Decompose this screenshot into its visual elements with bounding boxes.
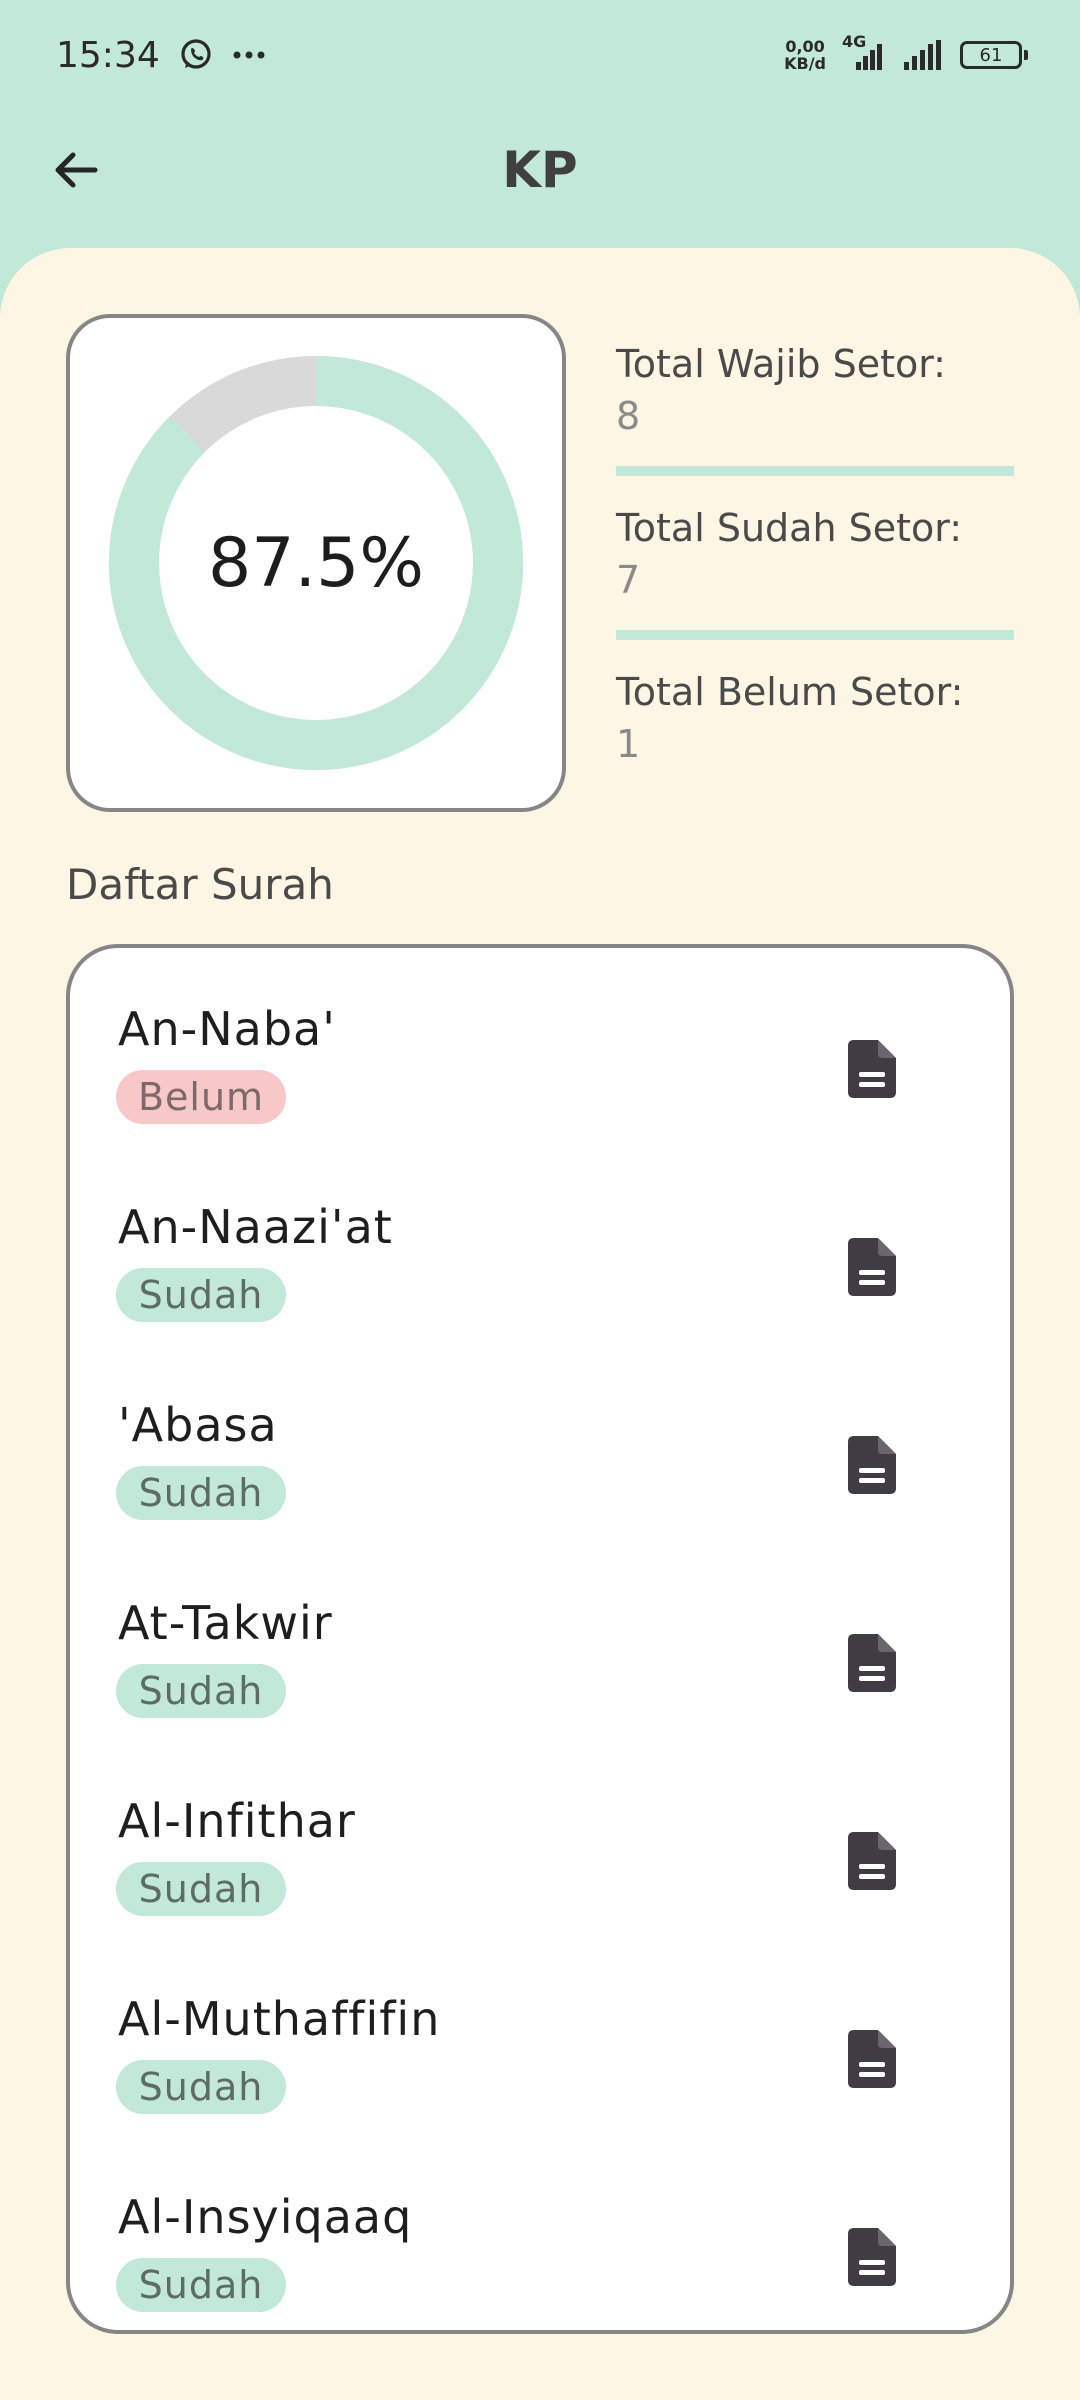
- document-button[interactable]: [844, 1828, 900, 1894]
- surah-name: Al-Muthaffifin: [118, 1992, 441, 2046]
- progress-donut: 87.5%: [106, 353, 526, 773]
- document-icon: [848, 2228, 896, 2286]
- stat-value: 1: [616, 722, 641, 766]
- list-item[interactable]: At-Takwir Sudah: [70, 1566, 1010, 1764]
- divider: [616, 630, 1014, 640]
- list-item[interactable]: Al-Insyiqaaq Sudah: [70, 2160, 1010, 2358]
- surah-list: An-Naba' Belum An-Naazi'at Sudah 'Abasa …: [66, 944, 1014, 2334]
- list-item[interactable]: Al-Muthaffifin Sudah: [70, 1962, 1010, 2160]
- stat-value: 8: [616, 394, 641, 438]
- list-item[interactable]: 'Abasa Sudah: [70, 1368, 1010, 1566]
- progress-percent: 87.5%: [207, 523, 425, 603]
- divider: [616, 466, 1014, 476]
- stat-label: Total Sudah Setor:: [616, 506, 963, 550]
- document-icon: [848, 1040, 896, 1098]
- document-button[interactable]: [844, 2224, 900, 2290]
- status-badge: Sudah: [116, 1862, 286, 1916]
- document-button[interactable]: [844, 1630, 900, 1696]
- status-left: 15:34: [56, 35, 266, 76]
- content-sheet: 87.5% Total Wajib Setor: 8 Total Sudah S…: [0, 248, 1080, 2400]
- stats-list: Total Wajib Setor: 8 Total Sudah Setor: …: [616, 338, 1016, 830]
- net-speed-value: 0,00: [785, 37, 825, 56]
- surah-name: 'Abasa: [118, 1398, 278, 1452]
- more-dots-icon: [232, 50, 266, 60]
- network-speed: 0,00 KB/d: [784, 38, 826, 72]
- status-badge: Sudah: [116, 1268, 286, 1322]
- status-bar: 15:34 0,00 KB/d 4G 61: [0, 0, 1080, 110]
- surah-name: Al-Infithar: [118, 1794, 356, 1848]
- stat-label: Total Belum Setor:: [616, 670, 964, 714]
- page-title: KP: [502, 141, 578, 199]
- status-right: 0,00 KB/d 4G 61: [784, 32, 1028, 72]
- battery-icon: 61: [960, 41, 1028, 69]
- arrow-left-icon: [55, 152, 98, 188]
- back-button[interactable]: [46, 140, 106, 200]
- stat-total-sudah: Total Sudah Setor: 7: [616, 502, 1016, 666]
- document-button[interactable]: [844, 2026, 900, 2092]
- stat-total-belum: Total Belum Setor: 1: [616, 666, 1016, 830]
- progress-card: 87.5%: [66, 314, 566, 812]
- surah-name: At-Takwir: [118, 1596, 333, 1650]
- document-button[interactable]: [844, 1036, 900, 1102]
- signal-4g-icon: 4G: [840, 32, 886, 72]
- document-icon: [848, 2030, 896, 2088]
- stat-total-wajib: Total Wajib Setor: 8: [616, 338, 1016, 502]
- status-badge: Sudah: [116, 2060, 286, 2114]
- list-item[interactable]: Al-Infithar Sudah: [70, 1764, 1010, 1962]
- net-speed-unit: KB/d: [784, 54, 826, 73]
- network-type-label: 4G: [842, 32, 867, 51]
- status-badge: Sudah: [116, 2258, 286, 2312]
- stat-label: Total Wajib Setor:: [616, 342, 946, 386]
- status-badge: Sudah: [116, 1466, 286, 1520]
- document-icon: [848, 1634, 896, 1692]
- signal-icon: [900, 38, 946, 72]
- battery-level: 61: [960, 41, 1022, 69]
- status-badge: Belum: [116, 1070, 286, 1124]
- document-icon: [848, 1238, 896, 1296]
- surah-name: An-Naazi'at: [118, 1200, 393, 1254]
- status-badge: Sudah: [116, 1664, 286, 1718]
- document-icon: [848, 1436, 896, 1494]
- surah-name: An-Naba': [118, 1002, 336, 1056]
- status-time: 15:34: [56, 34, 160, 76]
- surah-name: Al-Insyiqaaq: [118, 2190, 413, 2244]
- document-button[interactable]: [844, 1432, 900, 1498]
- stat-value: 7: [616, 558, 641, 602]
- document-icon: [848, 1832, 896, 1890]
- document-button[interactable]: [844, 1234, 900, 1300]
- whatsapp-icon: [178, 37, 214, 73]
- section-title: Daftar Surah: [66, 860, 334, 909]
- list-item[interactable]: An-Naazi'at Sudah: [70, 1170, 1010, 1368]
- app-bar: KP: [0, 110, 1080, 230]
- list-item[interactable]: An-Naba' Belum: [70, 972, 1010, 1170]
